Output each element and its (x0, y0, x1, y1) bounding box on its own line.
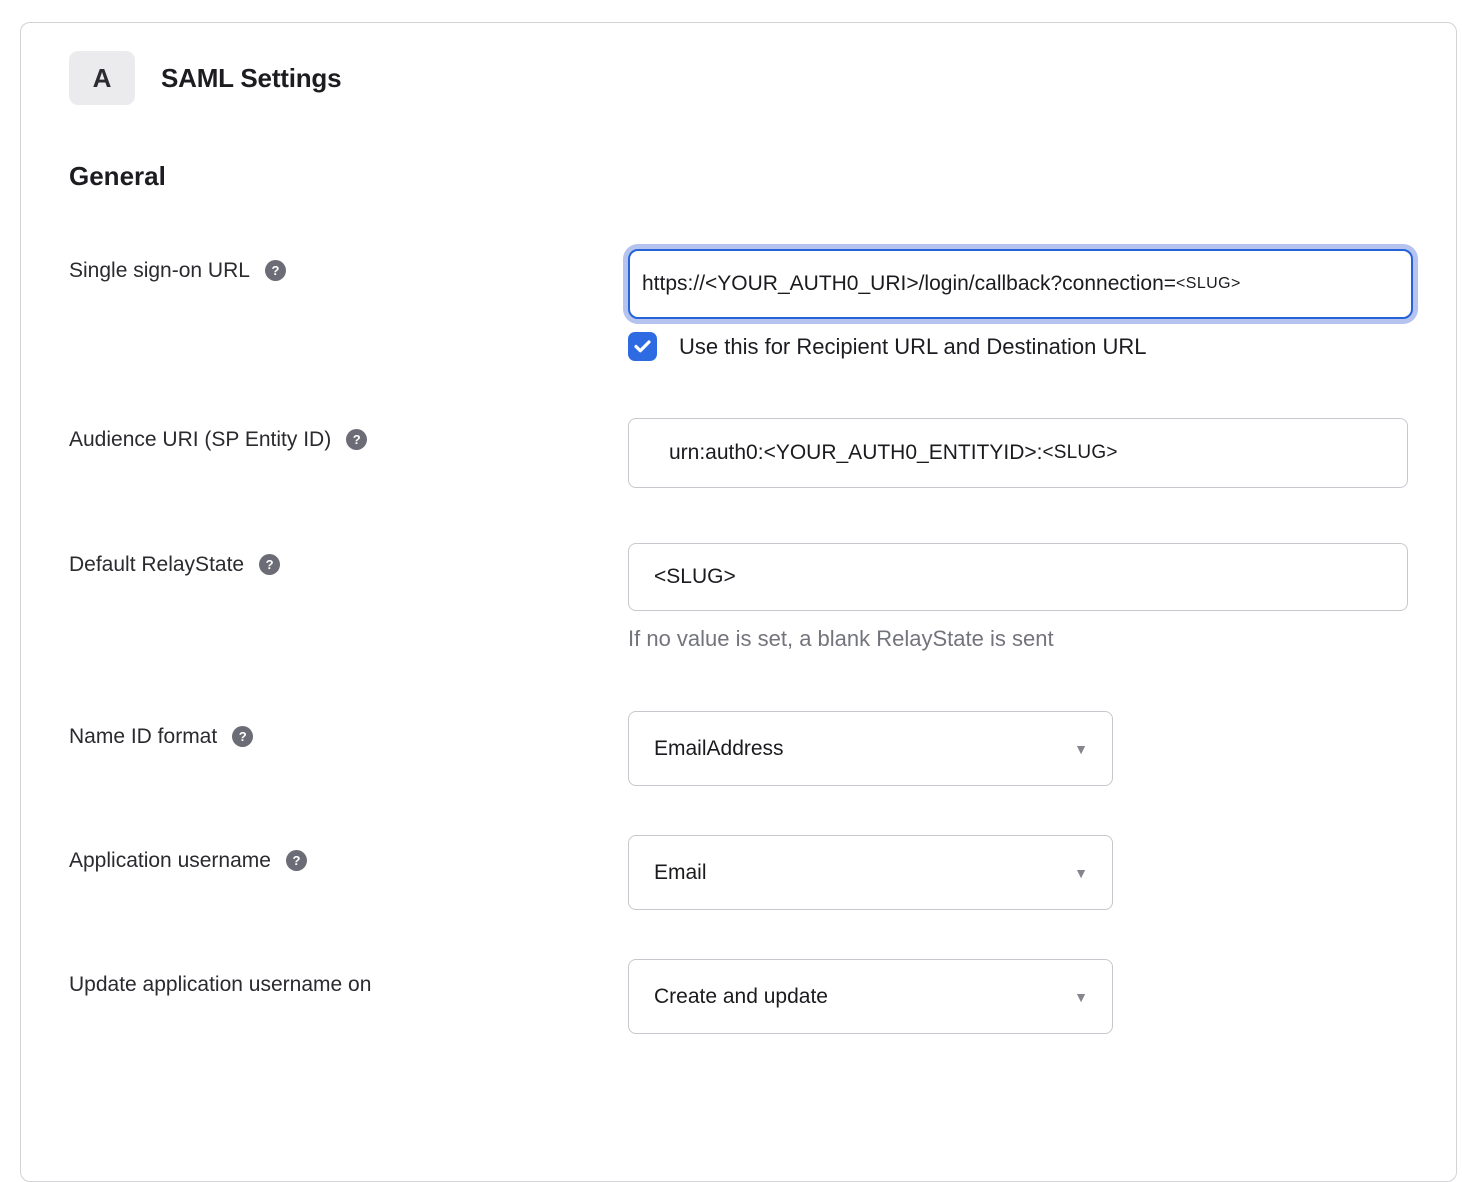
audience-uri-value-slug: <SLUG> (1042, 442, 1117, 464)
chevron-down-icon: ▼ (1074, 741, 1088, 757)
chevron-down-icon: ▼ (1074, 865, 1088, 881)
app-username-help-icon[interactable]: ? (286, 850, 307, 871)
sso-url-input[interactable]: https://<YOUR_AUTH0_URI>/login/callback?… (628, 249, 1413, 319)
audience-uri-label: Audience URI (SP Entity ID) (69, 426, 331, 453)
section-title: General (69, 161, 1456, 192)
row-update-application-username: Update application username on Create an… (69, 959, 1456, 1034)
relay-state-hint: If no value is set, a blank RelayState i… (628, 626, 1456, 652)
sso-url-value-slug: <SLUG> (1176, 275, 1241, 293)
name-id-format-help-icon[interactable]: ? (232, 726, 253, 747)
app-username-value: Email (654, 861, 707, 885)
relay-state-value: <SLUG> (654, 565, 736, 589)
audience-uri-value: urn:auth0:<YOUR_AUTH0_ENTITYID>: (669, 441, 1042, 465)
recipient-url-checkbox-label: Use this for Recipient URL and Destinati… (679, 334, 1147, 360)
relay-state-input[interactable]: <SLUG> (628, 543, 1408, 611)
row-application-username: Application username ? Email ▼ (69, 835, 1456, 910)
row-default-relaystate: Default RelayState ? <SLUG> If no value … (69, 543, 1456, 652)
audience-uri-help-icon[interactable]: ? (346, 429, 367, 450)
relay-state-label: Default RelayState (69, 551, 244, 578)
saml-settings-panel: A SAML Settings General Single sign-on U… (20, 22, 1457, 1182)
step-badge: A (69, 51, 135, 105)
row-audience-uri: Audience URI (SP Entity ID) ? urn:auth0:… (69, 418, 1456, 488)
app-username-select[interactable]: Email ▼ (628, 835, 1113, 910)
audience-uri-input[interactable]: urn:auth0:<YOUR_AUTH0_ENTITYID>:<SLUG> (628, 418, 1408, 488)
name-id-format-label: Name ID format (69, 723, 217, 750)
update-app-username-select[interactable]: Create and update ▼ (628, 959, 1113, 1034)
panel-header: A SAML Settings (69, 51, 1456, 105)
update-app-username-label: Update application username on (69, 971, 371, 998)
checkmark-icon (634, 340, 651, 353)
name-id-format-value: EmailAddress (654, 737, 784, 761)
recipient-url-checkbox[interactable] (628, 332, 657, 361)
row-single-sign-on-url: Single sign-on URL ? https://<YOUR_AUTH0… (69, 249, 1456, 361)
sso-url-label: Single sign-on URL (69, 257, 250, 284)
row-name-id-format: Name ID format ? EmailAddress ▼ (69, 711, 1456, 786)
app-username-label: Application username (69, 847, 271, 874)
chevron-down-icon: ▼ (1074, 989, 1088, 1005)
sso-url-value: https://<YOUR_AUTH0_URI>/login/callback?… (642, 272, 1176, 296)
relay-state-help-icon[interactable]: ? (259, 554, 280, 575)
update-app-username-value: Create and update (654, 985, 828, 1009)
recipient-url-checkbox-row: Use this for Recipient URL and Destinati… (628, 332, 1456, 361)
name-id-format-select[interactable]: EmailAddress ▼ (628, 711, 1113, 786)
sso-url-help-icon[interactable]: ? (265, 260, 286, 281)
panel-title: SAML Settings (161, 63, 341, 94)
